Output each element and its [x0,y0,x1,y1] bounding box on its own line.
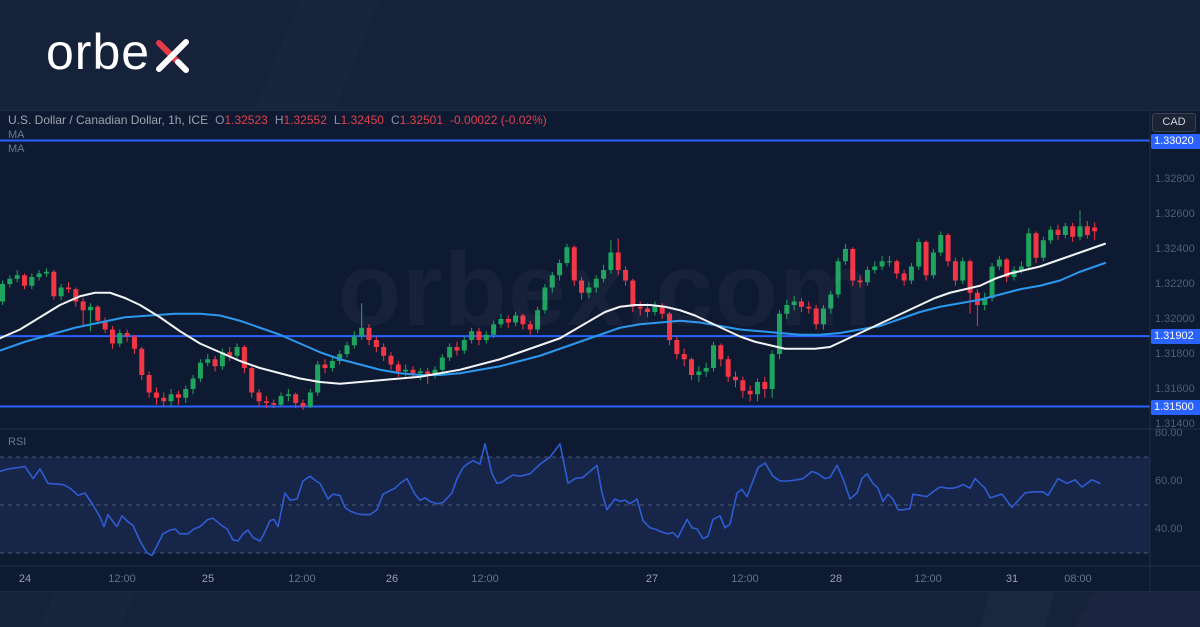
price-level-label: 1.31902 [1151,329,1200,345]
ma-indicator-label-1[interactable]: MA [8,129,547,141]
currency-button[interactable]: CAD [1152,113,1196,132]
orbex-logo: orbe [46,24,192,80]
ohlc-value: 1.32501 [399,113,444,127]
price-level-label: 1.31500 [1151,399,1200,415]
price-tick: 1.32200 [1155,278,1195,290]
time-tick-hour: 12:00 [108,573,136,585]
time-tick-day: 26 [385,573,399,585]
time-tick-hour: 12:00 [914,573,942,585]
ohlc-values: O1.32523 H1.32552 L1.32450 C1.32501 [208,113,443,127]
price-level-label: 1.33020 [1151,133,1200,149]
price-chart-canvas[interactable] [0,111,1200,591]
logo-x-icon [156,39,190,73]
ohlc-value: 1.32523 [224,113,268,127]
price-tick: 1.31800 [1155,348,1195,360]
time-tick-hour: 12:00 [471,573,499,585]
time-tick-hour: 08:00 [1064,573,1092,585]
time-tick-hour: 12:00 [731,573,759,585]
time-tick-hour: 12:00 [288,573,316,585]
brand-header: orbe [0,0,1200,110]
symbol-title[interactable]: U.S. Dollar / Canadian Dollar, 1h, ICE [8,113,208,127]
time-tick-day: 31 [1005,573,1019,585]
chart-legend: U.S. Dollar / Canadian Dollar, 1h, ICE O1… [8,113,547,155]
rsi-tick: 60.00 [1155,475,1183,487]
ohlc-value: 1.32450 [340,113,384,127]
rsi-indicator-label[interactable]: RSI [8,436,26,448]
ohlc-key: H [274,113,284,127]
ohlc-key: C [390,113,400,127]
price-tick: 1.32000 [1155,313,1195,325]
price-tick: 1.32600 [1155,208,1195,220]
rsi-tick: 40.00 [1155,523,1183,535]
price-tick: 1.32400 [1155,243,1195,255]
candlestick-series [0,210,1098,410]
chart-widget: orbex.com U.S. Dollar / Canadian Dollar,… [0,110,1200,592]
ohlc-value: 1.32552 [283,113,327,127]
time-tick-day: 27 [645,573,659,585]
page: orbe orbex.com U.S. Dollar / Canadian Do… [0,0,1200,627]
change-value: -0.00022 (-0.02%) [450,113,547,127]
price-tick: 1.32800 [1155,173,1195,185]
time-tick-day: 24 [18,573,32,585]
price-tick: 1.31600 [1155,383,1195,395]
logo-text: orbe [46,24,151,80]
time-tick-day: 28 [829,573,843,585]
time-tick-day: 25 [201,573,215,585]
ma-indicator-label-2[interactable]: MA [8,143,547,155]
ohlc-key: L [333,113,341,127]
rsi-tick: 80.00 [1155,427,1183,439]
